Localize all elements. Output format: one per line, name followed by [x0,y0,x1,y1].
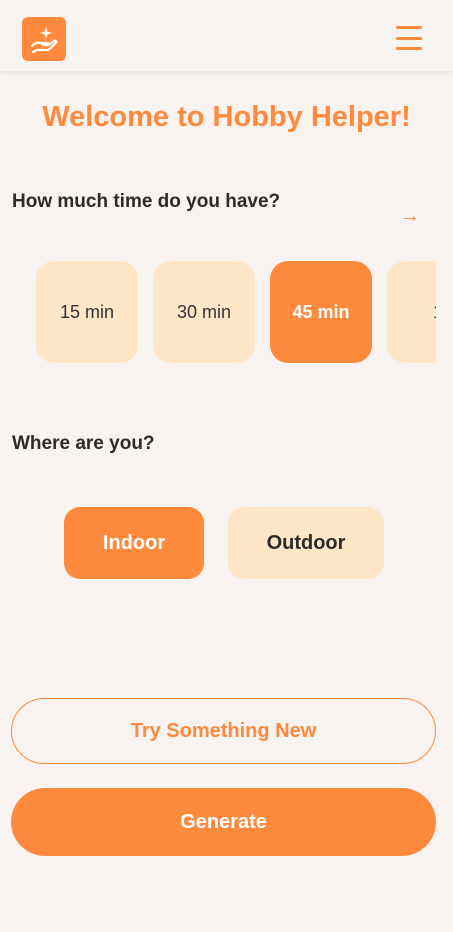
place-question: Where are you? [12,433,155,454]
time-question: How much time do you have? [12,191,281,212]
time-option-15[interactable]: 15 min [36,261,138,363]
app-screen: Welcome to Hobby Helper! How much time d… [0,0,453,932]
app-header [0,0,453,72]
time-option-1[interactable]: 1 [387,261,436,363]
page-title: Welcome to Hobby Helper! [42,101,411,133]
scroll-right-arrow-icon[interactable]: → [400,205,420,228]
indoor-option[interactable]: Indoor [64,507,204,579]
hamburger-menu-icon[interactable] [396,26,422,50]
time-option-30[interactable]: 30 min [153,261,255,363]
generate-button[interactable]: Generate [11,788,436,856]
time-options-scroller[interactable]: 15 min 30 min 45 min 1 [36,261,436,363]
hand-sparkle-icon[interactable] [22,17,66,61]
time-option-45[interactable]: 45 min [270,261,372,363]
outdoor-option[interactable]: Outdoor [228,507,384,579]
try-something-new-button[interactable]: Try Something New [11,698,436,764]
